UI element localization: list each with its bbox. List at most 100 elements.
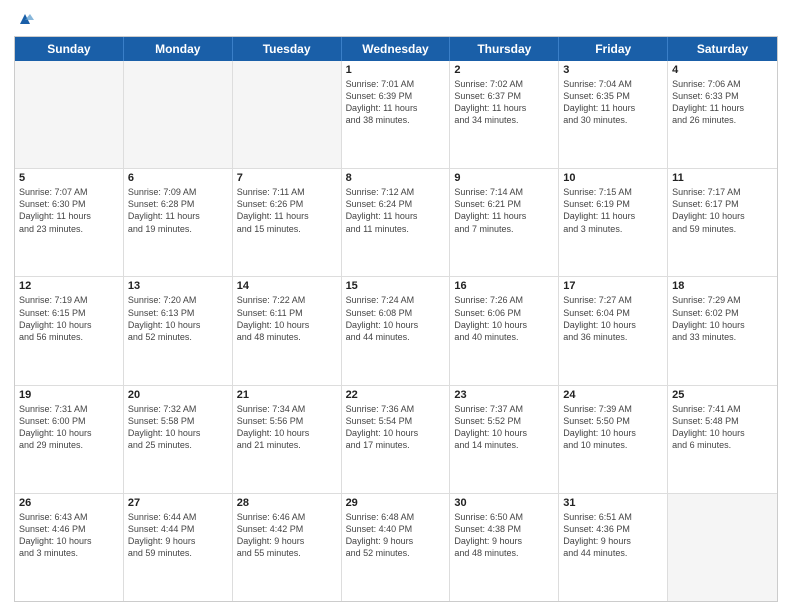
logo — [14, 10, 34, 28]
cell-date: 16 — [454, 280, 554, 292]
cell-date: 11 — [672, 172, 773, 184]
cell-date: 3 — [563, 64, 663, 76]
cell-date: 14 — [237, 280, 337, 292]
day-header-wednesday: Wednesday — [342, 37, 451, 61]
calendar-cell — [15, 61, 124, 168]
cell-date: 15 — [346, 280, 446, 292]
calendar-cell: 11 Sunrise: 7:17 AM Sunset: 6:17 PM Dayli… — [668, 169, 777, 276]
day-header-thursday: Thursday — [450, 37, 559, 61]
cell-info: Sunrise: 7:17 AM Sunset: 6:17 PM Dayligh… — [672, 186, 773, 235]
calendar-cell: 19 Sunrise: 7:31 AM Sunset: 6:00 PM Dayli… — [15, 386, 124, 493]
cell-date: 12 — [19, 280, 119, 292]
calendar-cell: 12 Sunrise: 7:19 AM Sunset: 6:15 PM Dayli… — [15, 277, 124, 384]
cell-date: 13 — [128, 280, 228, 292]
day-header-monday: Monday — [124, 37, 233, 61]
cell-date: 20 — [128, 389, 228, 401]
cell-info: Sunrise: 7:02 AM Sunset: 6:37 PM Dayligh… — [454, 78, 554, 127]
calendar-row-3: 19 Sunrise: 7:31 AM Sunset: 6:00 PM Dayli… — [15, 386, 777, 494]
cell-info: Sunrise: 7:37 AM Sunset: 5:52 PM Dayligh… — [454, 403, 554, 452]
logo-icon — [16, 10, 34, 28]
calendar-cell: 21 Sunrise: 7:34 AM Sunset: 5:56 PM Dayli… — [233, 386, 342, 493]
calendar-row-4: 26 Sunrise: 6:43 AM Sunset: 4:46 PM Dayli… — [15, 494, 777, 601]
cell-date: 21 — [237, 389, 337, 401]
cell-info: Sunrise: 7:14 AM Sunset: 6:21 PM Dayligh… — [454, 186, 554, 235]
cell-info: Sunrise: 6:43 AM Sunset: 4:46 PM Dayligh… — [19, 511, 119, 560]
calendar-cell: 7 Sunrise: 7:11 AM Sunset: 6:26 PM Daylig… — [233, 169, 342, 276]
cell-date: 1 — [346, 64, 446, 76]
cell-info: Sunrise: 7:12 AM Sunset: 6:24 PM Dayligh… — [346, 186, 446, 235]
calendar-cell: 26 Sunrise: 6:43 AM Sunset: 4:46 PM Dayli… — [15, 494, 124, 601]
calendar-cell: 4 Sunrise: 7:06 AM Sunset: 6:33 PM Daylig… — [668, 61, 777, 168]
cell-date: 25 — [672, 389, 773, 401]
calendar-cell: 30 Sunrise: 6:50 AM Sunset: 4:38 PM Dayli… — [450, 494, 559, 601]
cell-date: 28 — [237, 497, 337, 509]
cell-date: 8 — [346, 172, 446, 184]
day-headers: SundayMondayTuesdayWednesdayThursdayFrid… — [15, 37, 777, 61]
calendar-cell — [124, 61, 233, 168]
cell-date: 30 — [454, 497, 554, 509]
cell-info: Sunrise: 6:44 AM Sunset: 4:44 PM Dayligh… — [128, 511, 228, 560]
cell-date: 10 — [563, 172, 663, 184]
cell-date: 22 — [346, 389, 446, 401]
cell-info: Sunrise: 7:27 AM Sunset: 6:04 PM Dayligh… — [563, 294, 663, 343]
calendar-cell: 28Sunrise: 6:46 AM Sunset: 4:42 PM Dayli… — [233, 494, 342, 601]
calendar-cell: 3 Sunrise: 7:04 AM Sunset: 6:35 PM Daylig… — [559, 61, 668, 168]
cell-date: 18 — [672, 280, 773, 292]
cell-info: Sunrise: 7:07 AM Sunset: 6:30 PM Dayligh… — [19, 186, 119, 235]
calendar-cell: 18 Sunrise: 7:29 AM Sunset: 6:02 PM Dayli… — [668, 277, 777, 384]
cell-date: 4 — [672, 64, 773, 76]
calendar-cell: 15 Sunrise: 7:24 AM Sunset: 6:08 PM Dayli… — [342, 277, 451, 384]
cell-info: Sunrise: 7:29 AM Sunset: 6:02 PM Dayligh… — [672, 294, 773, 343]
cell-info: Sunrise: 7:06 AM Sunset: 6:33 PM Dayligh… — [672, 78, 773, 127]
cell-info: Sunrise: 7:09 AM Sunset: 6:28 PM Dayligh… — [128, 186, 228, 235]
cell-date: 19 — [19, 389, 119, 401]
calendar-cell: 10 Sunrise: 7:15 AM Sunset: 6:19 PM Dayli… — [559, 169, 668, 276]
calendar-row-0: 1Sunrise: 7:01 AM Sunset: 6:39 PM Daylig… — [15, 61, 777, 169]
cell-info: Sunrise: 7:22 AM Sunset: 6:11 PM Dayligh… — [237, 294, 337, 343]
cell-info: Sunrise: 7:24 AM Sunset: 6:08 PM Dayligh… — [346, 294, 446, 343]
calendar-cell: 5 Sunrise: 7:07 AM Sunset: 6:30 PM Daylig… — [15, 169, 124, 276]
cell-info: Sunrise: 7:26 AM Sunset: 6:06 PM Dayligh… — [454, 294, 554, 343]
calendar-cell: 2 Sunrise: 7:02 AM Sunset: 6:37 PM Daylig… — [450, 61, 559, 168]
calendar-row-1: 5 Sunrise: 7:07 AM Sunset: 6:30 PM Daylig… — [15, 169, 777, 277]
cell-info: Sunrise: 7:19 AM Sunset: 6:15 PM Dayligh… — [19, 294, 119, 343]
cell-date: 27 — [128, 497, 228, 509]
cell-date: 23 — [454, 389, 554, 401]
cell-info: Sunrise: 6:48 AM Sunset: 4:40 PM Dayligh… — [346, 511, 446, 560]
cell-date: 5 — [19, 172, 119, 184]
cell-date: 7 — [237, 172, 337, 184]
calendar-cell: 23 Sunrise: 7:37 AM Sunset: 5:52 PM Dayli… — [450, 386, 559, 493]
calendar-cell: 17Sunrise: 7:27 AM Sunset: 6:04 PM Dayli… — [559, 277, 668, 384]
calendar-cell — [668, 494, 777, 601]
calendar-cell: 31 Sunrise: 6:51 AM Sunset: 4:36 PM Dayli… — [559, 494, 668, 601]
cell-date: 6 — [128, 172, 228, 184]
cell-info: Sunrise: 7:36 AM Sunset: 5:54 PM Dayligh… — [346, 403, 446, 452]
cell-date: 29 — [346, 497, 446, 509]
cell-date: 26 — [19, 497, 119, 509]
cell-date: 2 — [454, 64, 554, 76]
day-header-saturday: Saturday — [668, 37, 777, 61]
cell-info: Sunrise: 7:39 AM Sunset: 5:50 PM Dayligh… — [563, 403, 663, 452]
cell-info: Sunrise: 7:11 AM Sunset: 6:26 PM Dayligh… — [237, 186, 337, 235]
calendar-cell: 6 Sunrise: 7:09 AM Sunset: 6:28 PM Daylig… — [124, 169, 233, 276]
day-header-tuesday: Tuesday — [233, 37, 342, 61]
cell-info: Sunrise: 7:34 AM Sunset: 5:56 PM Dayligh… — [237, 403, 337, 452]
calendar-cell: 27 Sunrise: 6:44 AM Sunset: 4:44 PM Dayli… — [124, 494, 233, 601]
cell-date: 24 — [563, 389, 663, 401]
cell-info: Sunrise: 7:20 AM Sunset: 6:13 PM Dayligh… — [128, 294, 228, 343]
calendar-cell: 24 Sunrise: 7:39 AM Sunset: 5:50 PM Dayli… — [559, 386, 668, 493]
cell-info: Sunrise: 6:51 AM Sunset: 4:36 PM Dayligh… — [563, 511, 663, 560]
day-header-friday: Friday — [559, 37, 668, 61]
cell-date: 31 — [563, 497, 663, 509]
calendar-body: 1Sunrise: 7:01 AM Sunset: 6:39 PM Daylig… — [15, 61, 777, 601]
cell-info: Sunrise: 7:04 AM Sunset: 6:35 PM Dayligh… — [563, 78, 663, 127]
calendar-cell — [233, 61, 342, 168]
calendar-cell: 16 Sunrise: 7:26 AM Sunset: 6:06 PM Dayli… — [450, 277, 559, 384]
cell-info: Sunrise: 7:15 AM Sunset: 6:19 PM Dayligh… — [563, 186, 663, 235]
cell-info: Sunrise: 6:50 AM Sunset: 4:38 PM Dayligh… — [454, 511, 554, 560]
calendar-cell: 9Sunrise: 7:14 AM Sunset: 6:21 PM Daylig… — [450, 169, 559, 276]
page: SundayMondayTuesdayWednesdayThursdayFrid… — [0, 0, 792, 612]
calendar-cell: 22 Sunrise: 7:36 AM Sunset: 5:54 PM Dayli… — [342, 386, 451, 493]
cell-info: Sunrise: 7:31 AM Sunset: 6:00 PM Dayligh… — [19, 403, 119, 452]
cell-info: Sunrise: 7:32 AM Sunset: 5:58 PM Dayligh… — [128, 403, 228, 452]
